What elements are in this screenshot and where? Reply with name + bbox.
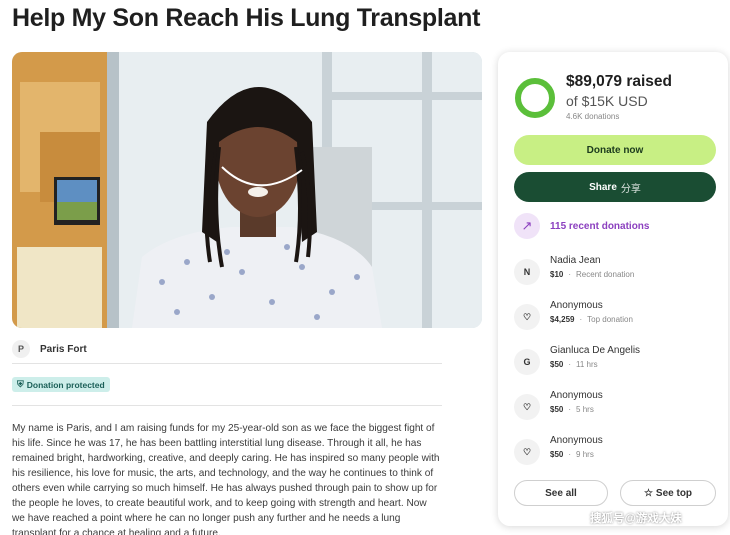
donation-item: N Nadia Jean $10 · Recent donation [514,255,714,289]
donor-note: 5 hrs [576,405,594,414]
campaign-photo[interactable]: ❮ ➜ [12,52,482,328]
donor-amount: $4,259 [550,315,575,324]
donor-name: Anonymous [550,390,603,401]
donor-meta: $4,259 · Top donation [550,315,633,324]
donor-meta: $50 · 5 hrs [550,405,594,414]
share-label-cn: 分享 [620,183,641,195]
heart-hand-icon: ♡ [514,304,540,330]
donor-name: Gianluca De Angelis [550,345,641,356]
see-all-button[interactable]: See all [514,480,608,506]
donor-meta: $50 · 11 hrs [550,360,598,369]
donation-panel: $89,079 raised of $15K USD 4.6K donation… [498,52,728,526]
donor-note: 9 hrs [576,450,594,459]
progress-ring [515,78,555,118]
heart-hand-icon: ♡ [514,439,540,465]
divider [12,405,442,406]
recent-donations-label: 115 recent donations [550,220,650,232]
donor-name: Anonymous [550,435,603,446]
donation-protected-badge[interactable]: ⛨ Donation protected [12,377,110,392]
donor-amount: $50 [550,450,564,459]
campaign-photo-image [12,52,482,328]
donor-meta: $10 · Recent donation [550,270,635,279]
divider [12,363,442,364]
recent-donations[interactable]: ↗ 115 recent donations [514,213,649,239]
donation-item: ♡ Anonymous $50 · 5 hrs [514,390,714,424]
donation-count: 4.6K donations [566,112,620,121]
donor-name: Nadia Jean [550,255,601,266]
goal-amount: of $15K USD [566,93,648,109]
donation-item: ♡ Anonymous $4,259 · Top donation [514,300,714,334]
shield-icon: ⛨ [17,379,24,389]
organizer[interactable]: P Paris Fort [12,340,87,358]
donor-note: 11 hrs [576,360,598,369]
donor-name: Anonymous [550,300,603,311]
see-top-button[interactable]: ☆ See top [620,480,716,506]
donor-amount: $10 [550,270,564,279]
share-button[interactable]: Share 分享 [514,172,716,202]
badge-label: Donation protected [26,379,105,390]
donation-item: ♡ Anonymous $50 · 9 hrs [514,435,714,469]
organizer-avatar: P [12,340,30,358]
heart-hand-icon: ♡ [514,394,540,420]
watermark: 搜狐号@游戏大妹 [590,513,682,525]
trending-up-icon: ↗ [514,213,540,239]
donor-amount: $50 [550,360,564,369]
donate-now-button[interactable]: Donate now [514,135,716,165]
donor-amount: $50 [550,405,564,414]
donor-note: Recent donation [576,270,635,279]
organizer-name[interactable]: Paris Fort [40,344,87,355]
donor-note: Top donation [587,315,633,324]
star-icon: ☆ [643,487,653,499]
see-top-label: See top [655,487,693,499]
page-title: Help My Son Reach His Lung Transplant [12,4,481,32]
amount-raised: $89,079 raised [566,73,673,90]
campaign-story: My name is Paris, and I am raising funds… [12,423,440,535]
donor-meta: $50 · 9 hrs [550,450,594,459]
share-label: Share [589,181,617,193]
donor-avatar: N [514,259,540,285]
donation-item: G Gianluca De Angelis $50 · 11 hrs [514,345,714,379]
donor-avatar: G [514,349,540,375]
